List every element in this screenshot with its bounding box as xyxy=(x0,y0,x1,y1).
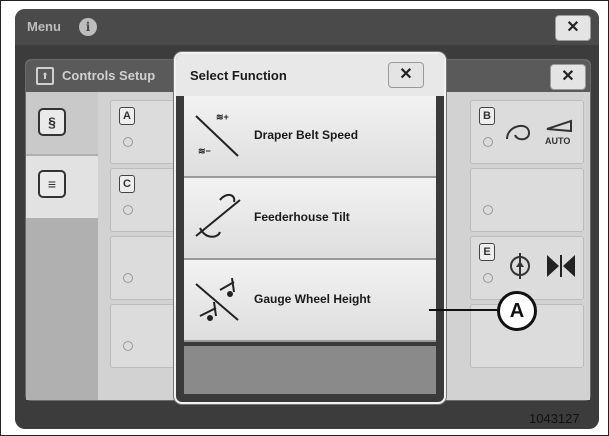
panel-close-button[interactable]: ✕ xyxy=(550,64,586,90)
svg-text:≋+: ≋+ xyxy=(216,112,229,122)
status-dot xyxy=(123,205,133,215)
control-cell-e[interactable]: E xyxy=(470,236,584,300)
status-dot xyxy=(483,205,493,215)
function-item-feederhouse-tilt[interactable]: Feederhouse Tilt xyxy=(184,178,436,260)
letter-b-badge: B xyxy=(479,107,495,125)
function-item-label: Draper Belt Speed xyxy=(254,128,359,142)
sidebar-tab-2[interactable]: ≡ xyxy=(26,156,98,218)
function-item-gauge-wheel-height[interactable]: Gauge Wheel Height xyxy=(184,260,436,342)
letter-c-badge: C xyxy=(119,175,135,193)
reel-icon xyxy=(506,124,531,141)
callout-a: A xyxy=(497,291,537,331)
letter-e-badge: E xyxy=(479,243,495,261)
status-dot xyxy=(483,273,493,283)
control-cell-d[interactable] xyxy=(470,168,584,232)
dialog-title: Select Function xyxy=(190,68,287,83)
menu-title: Menu xyxy=(27,19,61,34)
select-function-dialog: Select Function ✕ ≋+ ≋− Draper Belt Spee… xyxy=(174,52,446,404)
sidebar-tab-1[interactable]: § xyxy=(26,92,98,154)
function-item-draper-belt-speed[interactable]: ≋+ ≋− Draper Belt Speed xyxy=(184,96,436,178)
info-icon[interactable]: i xyxy=(79,18,97,36)
control-cell-b[interactable]: B AUTO xyxy=(470,100,584,164)
callout-leader-line xyxy=(429,309,499,311)
joystick-icon: § xyxy=(38,108,66,136)
panel-title: Controls Setup xyxy=(62,68,156,83)
figure-frame: Menu i ✕ ⬆ Controls Setup ✕ § ≡ A C B AU… xyxy=(0,0,609,436)
target-icon xyxy=(510,253,530,279)
status-dot xyxy=(123,341,133,351)
menu-bar: Menu i ✕ xyxy=(15,9,599,45)
svg-text:≋−: ≋− xyxy=(198,146,211,156)
function-item-label: Feederhouse Tilt xyxy=(254,210,350,224)
controls-setup-icon: ⬆ xyxy=(36,67,54,85)
status-dot xyxy=(483,137,493,147)
auto-icon: AUTO xyxy=(545,119,572,146)
bowtie-icon xyxy=(547,255,575,277)
function-item-label: Gauge Wheel Height xyxy=(254,292,371,306)
feederhouse-tilt-icon xyxy=(195,194,241,238)
panel-sidebar: § ≡ xyxy=(26,92,98,400)
dialog-footer xyxy=(184,346,436,394)
menu-close-button[interactable]: ✕ xyxy=(555,15,591,41)
svg-text:AUTO: AUTO xyxy=(545,136,570,146)
draper-belt-speed-icon: ≋+ ≋− xyxy=(195,112,239,157)
status-dot xyxy=(123,273,133,283)
figure-number: 1043127 xyxy=(529,411,580,426)
dialog-header: Select Function ✕ xyxy=(176,54,444,96)
dialog-close-button[interactable]: ✕ xyxy=(388,62,424,88)
gauge-wheel-height-icon xyxy=(195,277,239,321)
letter-a-badge: A xyxy=(119,107,135,125)
function-list: ≋+ ≋− Draper Belt Speed Feederhouse Tilt xyxy=(184,96,436,342)
list-icon: ≡ xyxy=(38,170,66,198)
status-dot xyxy=(123,137,133,147)
